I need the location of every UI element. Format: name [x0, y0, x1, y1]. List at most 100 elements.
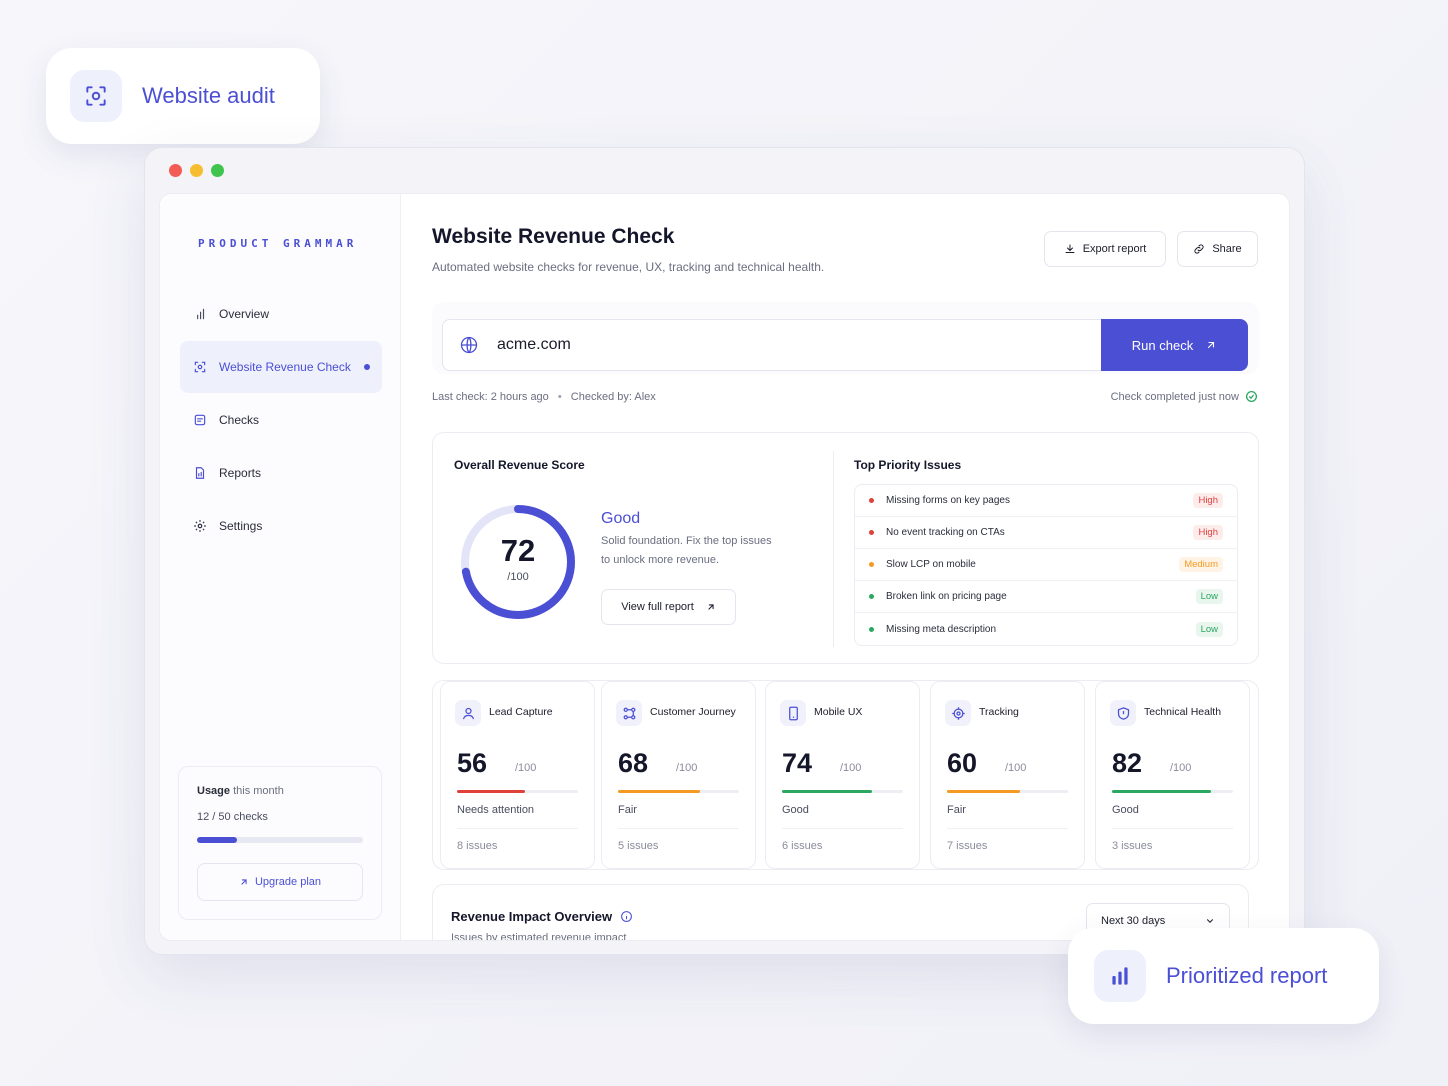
- severity-badge: High: [1193, 493, 1223, 508]
- usage-card: Usage this month 12 / 50 checks Upgrade …: [178, 766, 382, 920]
- overall-score-heading: Overall Revenue Score: [454, 458, 585, 472]
- metrics-row: Lead Capture 56/100 Needs attention 8 issue…: [432, 680, 1259, 870]
- metric-card[interactable]: Lead Capture 56/100 Needs attention 8 issue…: [440, 681, 595, 869]
- metric-progress-fill: [782, 790, 872, 793]
- sidebar-item-checks[interactable]: Checks: [180, 394, 382, 446]
- sidebar-item-overview[interactable]: Overview: [180, 288, 382, 340]
- upgrade-plan-button[interactable]: Upgrade plan: [197, 863, 363, 901]
- sidebar-item-label: Website Revenue Check: [219, 360, 351, 374]
- arrow-up-right-icon: [1208, 341, 1215, 349]
- metric-card[interactable]: Mobile UX 74/100 Good 6 issues: [765, 681, 920, 869]
- severity-dot: [869, 562, 874, 567]
- arrow-up-right-icon: [708, 604, 714, 610]
- metric-score: 60: [947, 748, 978, 778]
- metric-issue-count: 8 issues: [457, 840, 498, 852]
- page-subtitle: Automated website checks for revenue, UX…: [432, 260, 825, 274]
- metric-card[interactable]: Technical Health 82/100 Good 3 issues: [1095, 681, 1250, 869]
- metric-divider: [947, 828, 1068, 829]
- link-icon: [1194, 244, 1204, 254]
- last-check-text: Last check: 2 hours ago: [432, 391, 549, 403]
- scan-icon: [192, 359, 208, 375]
- gear-icon: [192, 518, 208, 534]
- metric-status: Needs attention: [457, 804, 535, 816]
- metric-denominator: /100: [515, 762, 537, 774]
- share-label: Share: [1212, 243, 1242, 255]
- severity-dot: [869, 530, 874, 535]
- metric-denominator: /100: [1170, 762, 1192, 774]
- metric-title: Tracking: [979, 706, 1019, 718]
- metric-progress-bar: [1112, 790, 1233, 793]
- metric-issue-count: 6 issues: [782, 840, 823, 852]
- metric-denominator: /100: [676, 762, 698, 774]
- score-value: 72: [500, 533, 536, 568]
- run-check-label: Run check: [1131, 337, 1194, 353]
- run-check-button[interactable]: Run check: [1101, 319, 1248, 371]
- sidebar-nav: Overview Website Revenue Check Checks Re…: [180, 288, 382, 553]
- minimize-window-button[interactable]: [190, 164, 203, 177]
- info-icon[interactable]: [620, 910, 633, 923]
- sidebar-item-website-revenue-check[interactable]: Website Revenue Check: [180, 341, 382, 393]
- page-title: Website Revenue Check: [432, 225, 675, 248]
- metric-issue-count: 5 issues: [618, 840, 659, 852]
- revenue-impact-title: Revenue Impact Overview: [451, 909, 633, 924]
- usage-count: 12 / 50 checks: [197, 811, 268, 823]
- check-status: Check completed just now: [1111, 390, 1258, 403]
- metric-issue-count: 3 issues: [1112, 840, 1153, 852]
- check-status-text: Check completed just now: [1110, 390, 1239, 403]
- metric-denominator: /100: [840, 762, 862, 774]
- export-report-label: Export report: [1082, 243, 1147, 255]
- brand-logo[interactable]: PRODUCT GRAMMAR: [198, 237, 357, 250]
- metric-progress-fill: [457, 790, 525, 793]
- score-gauge: 72 /100: [455, 499, 581, 625]
- sidebar-item-label: Settings: [219, 519, 263, 533]
- metric-title: Customer Journey: [650, 706, 736, 718]
- sidebar-item-label: Reports: [219, 466, 262, 480]
- card-divider: [833, 451, 834, 647]
- priority-issue-row[interactable]: Broken link on pricing page Low: [855, 581, 1237, 613]
- priority-issue-row[interactable]: Slow LCP on mobile Medium: [855, 549, 1237, 581]
- main-content: Website Revenue Check Automated website …: [401, 194, 1289, 940]
- top-priority-heading: Top Priority Issues: [854, 458, 962, 472]
- issue-label: Missing forms on key pages: [886, 495, 1010, 506]
- metric-denominator: /100: [1005, 762, 1027, 774]
- metric-progress-bar: [782, 790, 903, 793]
- metric-progress-fill: [947, 790, 1020, 793]
- priority-issue-row[interactable]: No event tracking on CTAs High: [855, 517, 1237, 549]
- date-range-value: Next 30 days: [1101, 915, 1166, 927]
- view-full-report-button[interactable]: View full report: [601, 589, 736, 625]
- checklist-icon: [192, 412, 208, 428]
- check-circle-icon: [1245, 390, 1258, 403]
- download-icon: [1065, 244, 1075, 253]
- close-window-button[interactable]: [169, 164, 182, 177]
- mobile-icon: [780, 700, 806, 726]
- usage-progress-bar: [197, 837, 363, 843]
- bar-chart-icon: [1094, 950, 1146, 1002]
- maximize-window-button[interactable]: [211, 164, 224, 177]
- severity-badge: High: [1193, 525, 1223, 540]
- priority-issue-row[interactable]: Missing forms on key pages High: [855, 485, 1237, 517]
- metric-divider: [618, 828, 739, 829]
- export-report-button[interactable]: Export report: [1044, 231, 1166, 267]
- metric-card[interactable]: Tracking 60/100 Fair 7 issues: [930, 681, 1085, 869]
- sidebar-item-reports[interactable]: Reports: [180, 447, 382, 499]
- metric-score: 82: [1112, 748, 1143, 778]
- metric-title: Technical Health: [1144, 706, 1222, 718]
- priority-issue-row[interactable]: Missing meta description Low: [855, 613, 1237, 645]
- metric-progress-bar: [947, 790, 1068, 793]
- metric-status: Good: [782, 804, 809, 816]
- priority-issues-list: Missing forms on key pages High No event t…: [854, 484, 1238, 646]
- url-input[interactable]: acme.com: [442, 319, 1102, 371]
- issue-label: Slow LCP on mobile: [886, 559, 976, 570]
- app-window: PRODUCT GRAMMAR Overview Website Revenue…: [144, 147, 1305, 955]
- metric-score: 74: [782, 748, 813, 778]
- score-rating: Good: [601, 510, 641, 527]
- prioritized-report-badge: Prioritized report: [1068, 928, 1379, 1024]
- share-button[interactable]: Share: [1177, 231, 1258, 267]
- check-meta: Last check: 2 hours ago • Checked by: Al…: [432, 391, 656, 403]
- meta-separator: •: [557, 391, 562, 403]
- metric-card[interactable]: Customer Journey 68/100 Fair 5 issues: [601, 681, 756, 869]
- sidebar-item-settings[interactable]: Settings: [180, 500, 382, 552]
- metric-title: Lead Capture: [489, 706, 553, 718]
- usage-title: Usage this month: [197, 785, 284, 797]
- user-icon: [455, 700, 481, 726]
